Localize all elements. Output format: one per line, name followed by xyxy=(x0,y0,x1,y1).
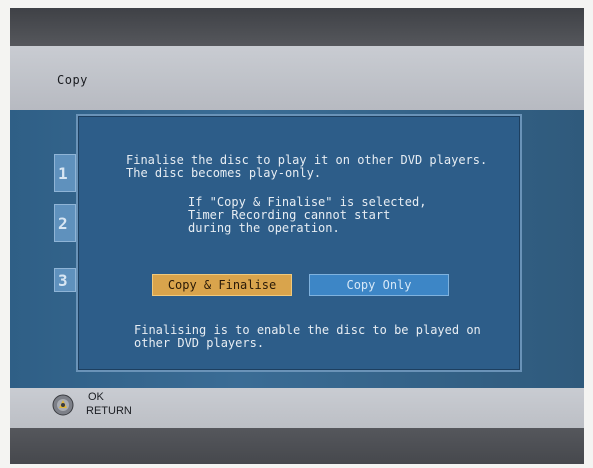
page-title: Copy xyxy=(57,73,88,87)
side-tab-1[interactable]: 1 xyxy=(54,154,76,192)
dialog-message: Finalise the disc to play it on other DV… xyxy=(126,154,487,180)
dialog-footer-line-2: other DVD players. xyxy=(134,336,265,350)
ok-hint: OK xyxy=(88,391,104,403)
return-hint: RETURN xyxy=(86,405,132,417)
dialog-message-line-2: The disc becomes play-only. xyxy=(126,166,322,180)
title-bar: Copy xyxy=(10,46,584,110)
dialog-footer: Finalising is to enable the disc to be p… xyxy=(134,324,481,350)
tv-screen: Copy 1 2 3 Finalise the disc to play it … xyxy=(10,8,584,464)
finalise-dialog: Finalise the disc to play it on other DV… xyxy=(76,114,522,372)
copy-and-finalise-button[interactable]: Copy & Finalise xyxy=(152,274,292,296)
copy-only-button[interactable]: Copy Only xyxy=(309,274,449,296)
dialog-note: If "Copy & Finalise" is selected, Timer … xyxy=(188,196,426,235)
dialog-note-line-3: during the operation. xyxy=(188,221,340,235)
control-hints-bar: OK RETURN xyxy=(10,388,584,428)
side-tab-2[interactable]: 2 xyxy=(54,204,76,242)
disc-remote-icon xyxy=(52,394,74,416)
bottom-band xyxy=(10,428,584,464)
top-band xyxy=(10,8,584,46)
side-tab-3[interactable]: 3 xyxy=(54,268,76,292)
